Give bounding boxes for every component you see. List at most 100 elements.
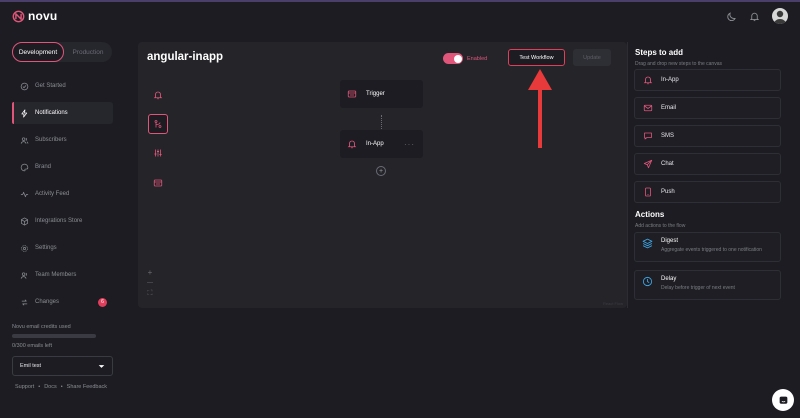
add-step-button[interactable]: + [376, 166, 386, 176]
step-push[interactable]: Push [634, 181, 781, 203]
credits-remaining: 0/300 emails left [12, 343, 53, 349]
changes-count-badge: 6 [98, 297, 107, 307]
sidebar-item-label: Settings [35, 245, 57, 251]
sidebar-item-label: Activity Feed [35, 191, 70, 197]
trigger-node[interactable]: Trigger [340, 80, 423, 108]
clock-icon [642, 276, 653, 287]
step-sms[interactable]: SMS [634, 125, 781, 147]
sidebar-item-get-started[interactable]: Get Started [12, 75, 113, 97]
trigger-node-label: Trigger [366, 91, 385, 97]
action-label: Delay [661, 276, 677, 282]
bell-icon [347, 140, 357, 149]
step-inapp[interactable]: In-App [634, 69, 781, 91]
environment-toggle[interactable]: Development Production [12, 42, 112, 62]
action-digest[interactable]: Digest Aggregate events triggered to one… [634, 232, 781, 262]
activity-icon [20, 191, 29, 197]
terminal-icon [153, 179, 163, 187]
chevron-down-icon [98, 364, 105, 369]
step-label: SMS [661, 133, 675, 139]
step-email[interactable]: Email [634, 97, 781, 119]
gear-icon [21, 244, 28, 252]
organization-select[interactable]: Emil test [12, 356, 113, 376]
sliders-icon [154, 149, 162, 157]
support-chat-button[interactable] [772, 389, 794, 411]
sidebar-item-settings[interactable]: Settings [12, 237, 113, 259]
sidebar-item-label: Subscribers [35, 137, 67, 143]
actions-subtitle: Add actions to the flow [635, 223, 686, 229]
check-circle-icon [20, 82, 29, 90]
chat-icon [779, 396, 787, 404]
sidebar-item-team-members[interactable]: Team Members [12, 264, 113, 286]
sidebar-item-changes[interactable]: Changes 6 [12, 291, 113, 313]
steps-panel-title: Steps to add [635, 48, 684, 57]
env-production-option[interactable]: Production [64, 49, 112, 56]
sidebar-item-label: Changes [35, 299, 60, 305]
steps-panel-subtitle: Drag and drop new steps to the canvas [635, 61, 722, 67]
changes-icon [21, 299, 28, 305]
bolt-icon [21, 109, 28, 117]
test-workflow-button[interactable]: Test Workflow [508, 49, 565, 66]
inapp-node-label: In-App [366, 141, 384, 147]
footer-separator: • [60, 384, 63, 390]
step-label: Chat [661, 161, 674, 167]
steps-panel: Steps to add Drag and drop new steps to … [627, 42, 790, 308]
footer-links: Support • Docs • Share Feedback [15, 384, 107, 390]
sms-icon [644, 132, 652, 140]
toolbar-trigger-snippet[interactable] [148, 173, 168, 193]
mobile-icon [645, 187, 651, 197]
bell-icon [643, 76, 653, 85]
zoom-in-button[interactable]: + [146, 269, 154, 277]
status-label: Enabled [467, 55, 488, 62]
novu-logo[interactable]: novu [12, 9, 57, 23]
toolbar-notification-settings[interactable] [148, 85, 168, 105]
bell-icon [153, 91, 163, 100]
sidebar-item-label: Integrations Store [35, 218, 83, 224]
workflow-title[interactable]: angular-inapp [147, 51, 223, 63]
sidebar-nav: Get Started Notifications Subscribers Br… [12, 75, 113, 318]
step-chat[interactable]: Chat [634, 153, 781, 175]
fit-view-button[interactable]: ⛶ [146, 290, 154, 297]
toolbar-channel-settings[interactable] [148, 143, 168, 163]
env-development-option[interactable]: Development [12, 42, 64, 62]
enabled-toggle[interactable] [443, 53, 463, 64]
sidebar-item-label: Brand [35, 164, 52, 170]
support-link[interactable]: Support [15, 384, 34, 390]
avatar[interactable] [772, 8, 788, 24]
bell-icon[interactable] [749, 11, 760, 22]
sidebar: Development Production Get Started Notif… [0, 30, 125, 418]
git-branch-icon [154, 120, 162, 128]
sidebar-item-brand[interactable]: Brand [12, 156, 113, 178]
action-label: Digest [661, 238, 679, 244]
mail-icon [643, 104, 653, 112]
footer-separator: • [38, 384, 41, 390]
sidebar-item-integrations-store[interactable]: Integrations Store [12, 210, 113, 232]
inapp-node[interactable]: In-App ··· [340, 130, 423, 158]
moon-icon[interactable] [726, 11, 737, 22]
layers-icon [642, 238, 653, 249]
share-feedback-link[interactable]: Share Feedback [67, 384, 107, 390]
action-description: Delay before trigger of next event [661, 285, 735, 291]
annotation-arrow [528, 69, 552, 148]
toolbar-workflow-editor[interactable] [148, 114, 168, 134]
sidebar-item-label: Team Members [35, 272, 77, 278]
node-menu-button[interactable]: ··· [404, 140, 415, 149]
top-bar: novu [0, 0, 800, 30]
step-label: Email [661, 105, 677, 111]
action-delay[interactable]: Delay Delay before trigger of next event [634, 270, 781, 300]
actions-title: Actions [635, 210, 665, 219]
users-icon [20, 136, 29, 144]
update-button[interactable]: Update [573, 49, 611, 66]
react-flow-attribution[interactable]: React Flow [603, 301, 623, 306]
sidebar-item-subscribers[interactable]: Subscribers [12, 129, 113, 151]
sidebar-item-label: Get Started [35, 83, 66, 89]
palette-icon [20, 163, 29, 171]
send-icon [643, 159, 653, 169]
logo-text: novu [28, 9, 58, 23]
docs-link[interactable]: Docs [44, 384, 57, 390]
team-icon [20, 271, 28, 279]
sidebar-item-activity-feed[interactable]: Activity Feed [12, 183, 113, 205]
sidebar-item-notifications[interactable]: Notifications [12, 102, 113, 124]
zoom-out-button[interactable]: — [146, 280, 154, 286]
sidebar-item-label: Notifications [35, 110, 68, 116]
email-credits: Novu email credits used 0/300 emails lef… [12, 324, 112, 349]
